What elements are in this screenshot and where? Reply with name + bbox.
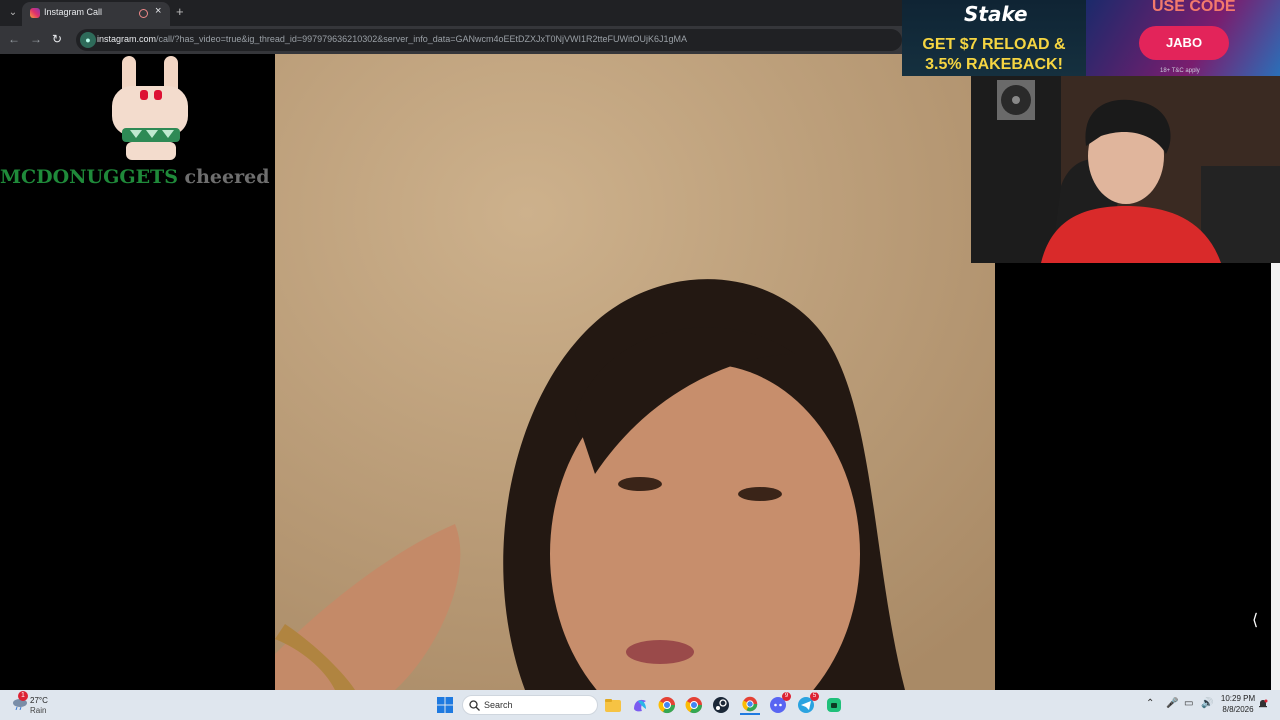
url-host: instagram.com <box>97 34 157 44</box>
stream-alert-overlay: MCDONUGGETS cheered 1 kicks <box>0 54 352 690</box>
volume-icon[interactable]: 🔊 <box>1201 698 1213 709</box>
call-video-feed <box>275 54 995 690</box>
url-text[interactable]: instagram.com/call/?has_video=true&ig_th… <box>97 34 687 44</box>
streamer-webcam <box>971 76 1280 263</box>
remote-participant-video <box>275 54 995 690</box>
new-tab-button[interactable]: + <box>176 4 184 19</box>
ad-promo-panel: Stake GET $7 RELOAD & 3.5% RAKEBACK! <box>902 0 1086 76</box>
chrome-active-icon[interactable] <box>740 695 760 715</box>
ad-use-code-label: USE CODE <box>1152 0 1236 15</box>
clock-date[interactable]: 8/8/2026 <box>1218 705 1258 714</box>
weather-alert-badge: 1 <box>18 691 28 701</box>
microphone-tray-icon[interactable]: 🎤 <box>1166 698 1178 709</box>
discord-icon[interactable]: 9 <box>768 692 791 715</box>
side-panel-background <box>995 263 1271 690</box>
chrome-profile-icon[interactable] <box>684 695 704 715</box>
collapse-panel-icon[interactable]: ⟨ <box>1252 610 1258 630</box>
chrome-icon[interactable] <box>657 695 677 715</box>
windows-start-icon[interactable] <box>437 697 453 713</box>
display-tray-icon[interactable]: ▭ <box>1184 698 1193 709</box>
scrollbar[interactable] <box>1271 263 1280 690</box>
windows-taskbar: 1 27°C Rain Search 9 5 ⌃ 🎤 ▭ 🔊 10:29 PM … <box>0 690 1280 720</box>
file-explorer-icon[interactable] <box>603 695 623 715</box>
tab-close-button[interactable]: × <box>155 5 161 17</box>
search-icon <box>469 700 480 711</box>
microphone-icon[interactable]: ● <box>80 32 96 48</box>
instagram-icon <box>30 8 40 18</box>
android-app-icon[interactable] <box>824 695 844 715</box>
weather-temperature: 27°C <box>30 696 48 705</box>
discord-badge: 9 <box>782 692 791 701</box>
clock-time[interactable]: 10:29 PM <box>1218 694 1258 703</box>
webcam-video <box>971 76 1280 263</box>
back-arrow-icon[interactable]: ← <box>8 32 20 46</box>
ad-promo-line-2: 3.5% RAKEBACK! <box>925 56 1063 73</box>
copilot-icon[interactable] <box>630 695 650 715</box>
taskbar-search[interactable]: Search <box>462 695 598 715</box>
cheer-username: MCDONUGGETS <box>0 166 178 188</box>
stake-logo: Stake <box>964 2 1028 26</box>
sponsor-banner: Stake GET $7 RELOAD & 3.5% RAKEBACK! USE… <box>902 0 1280 76</box>
ad-fine-print: 18+ T&C apply <box>1160 68 1200 74</box>
forward-arrow-icon[interactable]: → <box>30 32 42 46</box>
ad-promo-line-1: GET $7 RELOAD & <box>922 36 1066 53</box>
screen: ⌄ Instagram Call × + ← → ↻ ● instagram.c… <box>0 0 1280 720</box>
ad-code-badge: JABO <box>1139 26 1229 60</box>
telegram-badge: 5 <box>810 692 819 701</box>
cheer-verb: cheered <box>177 166 277 188</box>
weather-widget[interactable]: 1 27°C Rain <box>10 691 60 717</box>
notification-bell-icon[interactable] <box>1258 699 1268 709</box>
recording-indicator-icon <box>139 9 148 18</box>
address-bar[interactable]: ● instagram.com/call/?has_video=true&ig_… <box>76 29 902 51</box>
tab-search-chevron-icon[interactable]: ⌄ <box>6 6 20 20</box>
telegram-icon[interactable]: 5 <box>796 692 819 715</box>
search-label: Search <box>484 700 513 710</box>
tab-instagram-call[interactable]: Instagram Call × <box>22 2 170 26</box>
url-path: /call/?has_video=true&ig_thread_id=99797… <box>156 34 688 44</box>
tab-title: Instagram Call <box>44 7 103 17</box>
steam-icon[interactable] <box>711 695 731 715</box>
weather-condition: Rain <box>30 706 47 715</box>
tray-overflow-chevron-icon[interactable]: ⌃ <box>1146 698 1154 709</box>
rock-hand-icon <box>112 56 188 160</box>
reload-icon[interactable]: ↻ <box>52 32 62 46</box>
